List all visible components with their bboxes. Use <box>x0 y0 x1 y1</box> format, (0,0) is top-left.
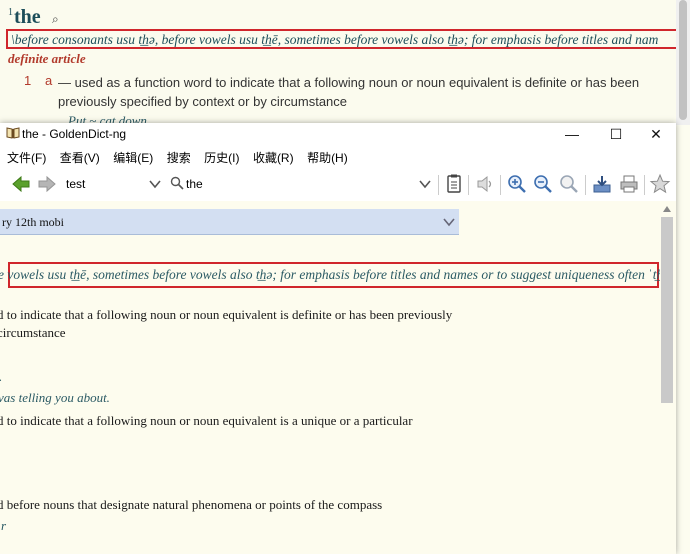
scroll-thumb[interactable] <box>661 217 673 403</box>
article-view[interactable]: ry 12th mobi e vowels usu t͟hē, sometime… <box>0 201 676 554</box>
part-of-speech: definite article <box>8 51 86 66</box>
zoom-out-icon[interactable] <box>532 173 554 195</box>
goldendict-window: the - GoldenDict-ng — ☐ ✕ 文件(F) 查看(V) 编辑… <box>0 123 676 554</box>
window-title: the - GoldenDict-ng <box>22 127 127 141</box>
lookup-icon[interactable]: ⌕ <box>52 12 59 27</box>
chevron-down-icon[interactable] <box>442 215 456 229</box>
menu-favorites[interactable]: 收藏(R) <box>253 148 294 168</box>
background-dictionary-page: 1the ⌕ \before consonants usu t͟hə, befo… <box>0 0 690 125</box>
history-dropdown-icon[interactable] <box>418 177 432 191</box>
toolbar-separator <box>500 175 501 195</box>
maximize-button[interactable]: ☐ <box>596 123 636 145</box>
definition-line: d before nouns that designate natural ph… <box>0 497 383 512</box>
example-line: . <box>0 369 2 385</box>
menu-search[interactable]: 搜索 <box>167 148 191 168</box>
pronounce-icon[interactable] <box>474 173 496 195</box>
toolbar: test <box>0 169 676 199</box>
background-scroll-thumb[interactable] <box>679 0 687 120</box>
menu-view[interactable]: 查看(V) <box>60 148 100 168</box>
zoom-in-icon[interactable] <box>506 173 528 195</box>
title-bar[interactable]: the - GoldenDict-ng — ☐ ✕ <box>0 123 676 145</box>
example-line: vas telling you about. <box>0 390 110 405</box>
toolbar-separator <box>468 175 469 195</box>
vertical-scrollbar[interactable] <box>660 201 674 554</box>
search-box <box>170 174 436 194</box>
search-input[interactable] <box>186 174 414 194</box>
pronunciation-text: e vowels usu t͟hē, sometimes before vowe… <box>0 267 674 282</box>
toolbar-separator <box>585 175 586 195</box>
definition-text: — used as a function word to indicate th… <box>58 75 640 109</box>
zoom-reset-icon[interactable] <box>558 173 580 195</box>
menu-help[interactable]: 帮助(H) <box>307 148 348 168</box>
definition-line: circumstance <box>0 325 66 340</box>
sense-letter: a <box>45 73 53 88</box>
toolbar-separator <box>644 175 645 195</box>
dictionary-bar[interactable]: ry 12th mobi <box>0 209 459 235</box>
print-icon[interactable] <box>618 173 640 195</box>
dictionary-name: ry 12th mobi <box>2 215 64 229</box>
close-button[interactable]: ✕ <box>636 123 676 145</box>
book-icon <box>6 127 20 139</box>
headword: 1the <box>8 6 41 28</box>
pronunciation-highlight: \before consonants usu t͟hə, before vowe… <box>6 29 680 49</box>
chevron-down-icon[interactable] <box>148 177 162 191</box>
menu-file[interactable]: 文件(F) <box>7 148 46 168</box>
background-scrollbar[interactable] <box>676 0 690 125</box>
toolbar-separator <box>438 175 439 195</box>
minimize-button[interactable]: — <box>552 123 592 145</box>
menu-edit[interactable]: 编辑(E) <box>113 148 153 168</box>
definition-line: d to indicate that a following noun or n… <box>0 413 413 428</box>
definition-line: d to indicate that a following noun or n… <box>0 307 453 322</box>
menu-bar: 文件(F) 查看(V) 编辑(E) 搜索 历史(I) 收藏(R) 帮助(H) <box>0 148 676 168</box>
forward-icon[interactable] <box>36 173 58 195</box>
scroll-up-icon[interactable] <box>663 206 671 212</box>
menu-history[interactable]: 历史(I) <box>204 148 239 168</box>
back-icon[interactable] <box>10 173 32 195</box>
scan-popup-icon[interactable] <box>443 173 465 195</box>
homograph-number: 1 <box>8 7 13 19</box>
search-icon <box>170 176 184 190</box>
favorite-star-icon[interactable] <box>649 173 671 195</box>
save-icon[interactable] <box>591 173 613 195</box>
example-line: r <box>1 518 7 533</box>
sense-number: 1 <box>24 73 32 88</box>
